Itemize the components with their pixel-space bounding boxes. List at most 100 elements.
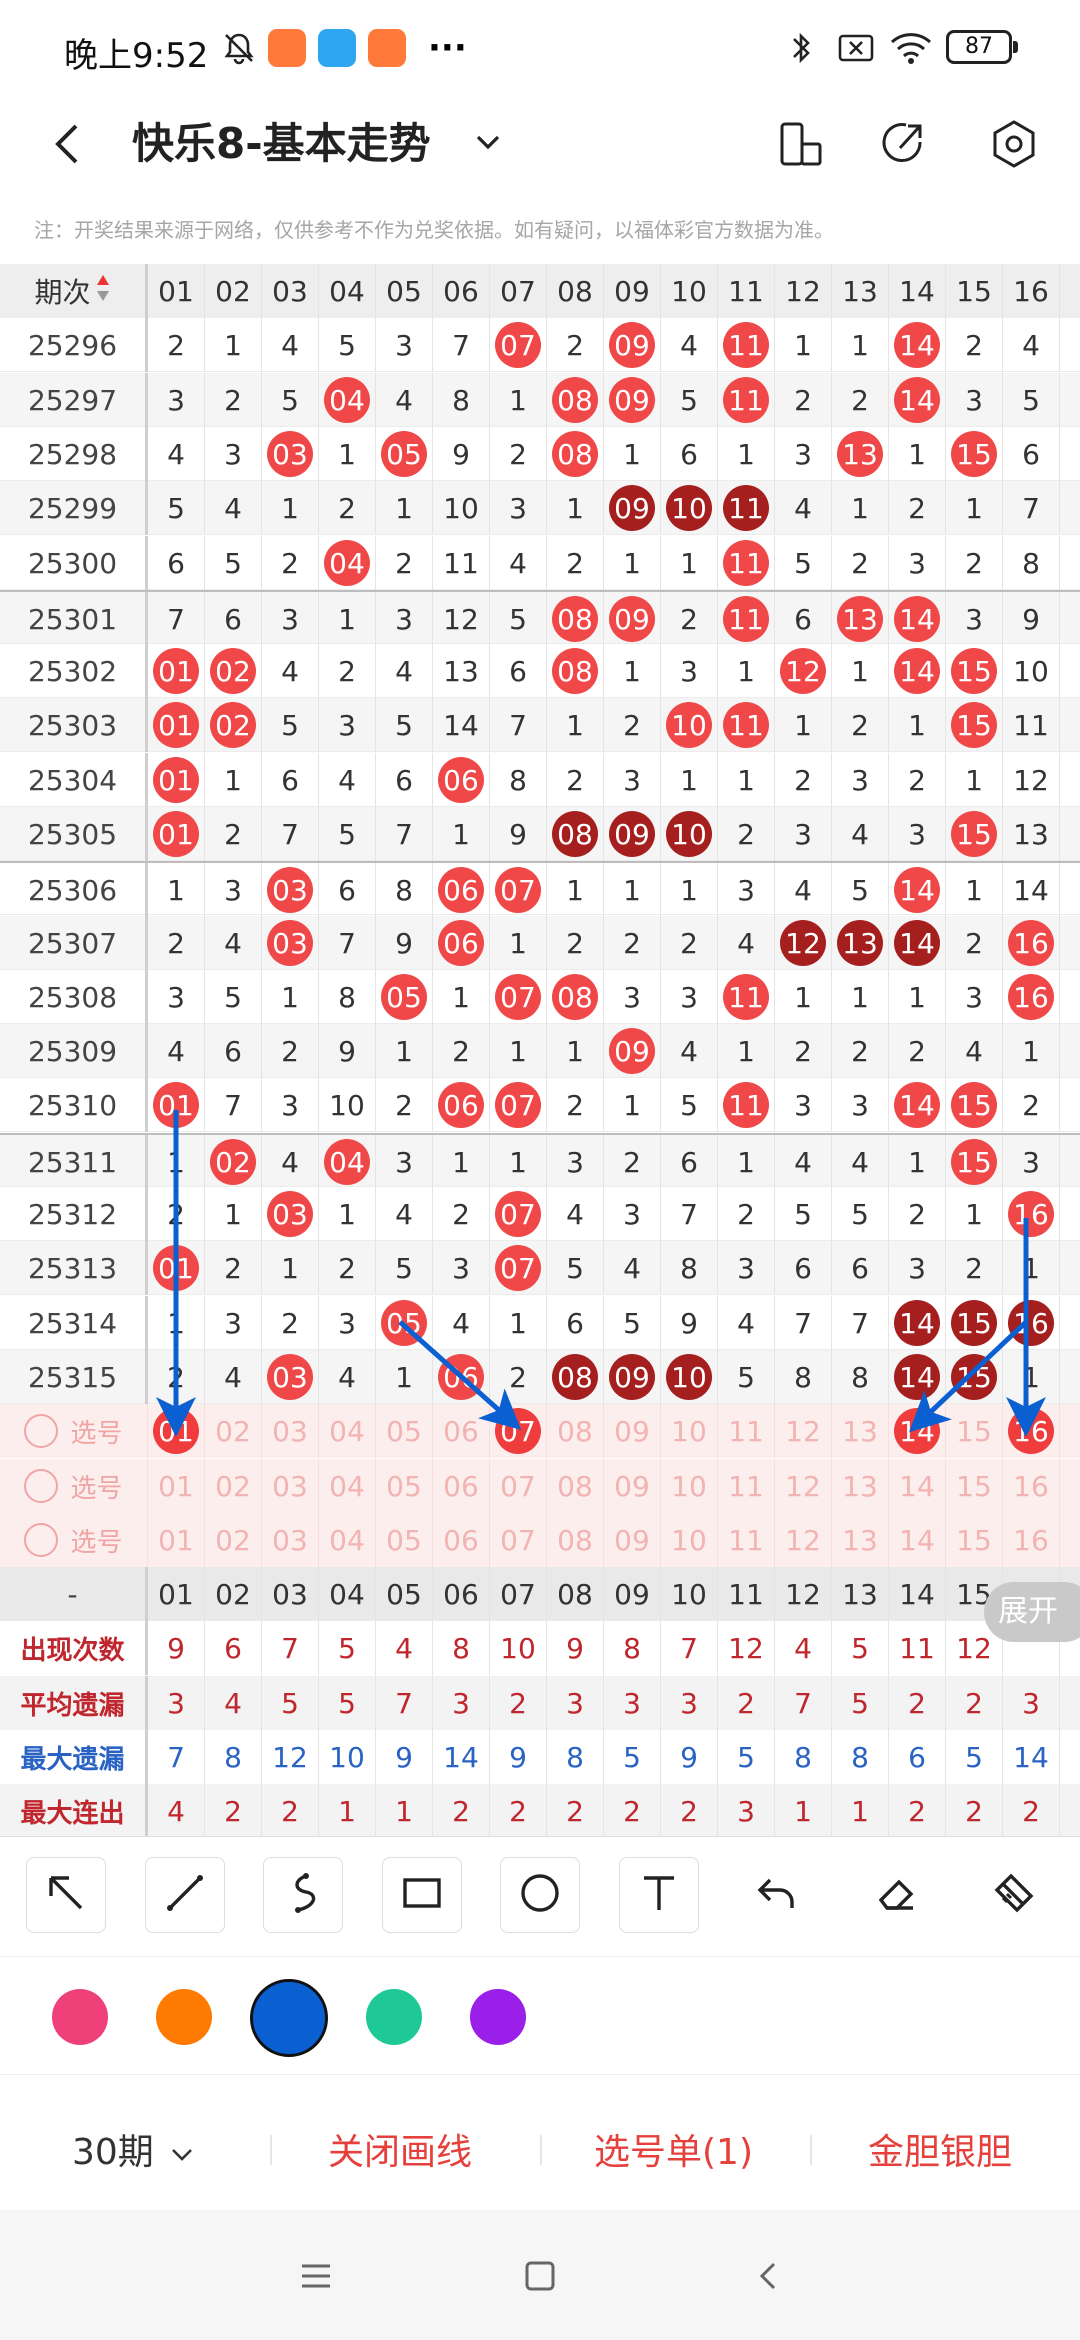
trend-table[interactable]: 期次01020304050607080910111213141516125296… bbox=[0, 264, 1080, 1836]
pick-number-cell[interactable]: 1 bbox=[1060, 1459, 1080, 1513]
radio-button[interactable] bbox=[24, 1414, 59, 1448]
color-swatch[interactable] bbox=[52, 1989, 108, 2045]
pick-number-cell[interactable]: 1 bbox=[1060, 1404, 1080, 1458]
pick-number-cell[interactable]: 03 bbox=[262, 1459, 319, 1513]
period-count-selector[interactable]: 30期 bbox=[72, 2123, 199, 2175]
pick-number-cell[interactable]: 16 bbox=[1003, 1459, 1060, 1513]
pick-row-selector[interactable]: 选号 bbox=[0, 1459, 148, 1513]
pick-number-cell[interactable]: 13 bbox=[832, 1513, 889, 1567]
pick-number-cell[interactable]: 06 bbox=[433, 1513, 490, 1567]
selected-number-ball[interactable]: 07 bbox=[495, 1408, 541, 1454]
eraser-tool-button[interactable] bbox=[856, 1857, 936, 1933]
line-tool-button[interactable] bbox=[144, 1857, 225, 1933]
pick-number-cell[interactable]: 01 bbox=[148, 1404, 205, 1458]
pick-number-cell[interactable]: 14 bbox=[889, 1459, 946, 1513]
pick-number-cell[interactable]: 12 bbox=[775, 1513, 832, 1567]
selected-number-ball[interactable]: 16 bbox=[1008, 1408, 1054, 1454]
back-button[interactable] bbox=[40, 114, 100, 174]
pick-list-button[interactable]: 选号单(1) bbox=[594, 2123, 753, 2175]
pick-number-cell[interactable]: 05 bbox=[376, 1404, 433, 1458]
pick-number-cell[interactable]: 04 bbox=[319, 1513, 376, 1567]
pick-number-cell[interactable]: 07 bbox=[490, 1404, 547, 1458]
pick-number-cell[interactable]: 04 bbox=[319, 1459, 376, 1513]
number-cell: 05 bbox=[376, 970, 433, 1024]
pick-number-cell[interactable]: 07 bbox=[490, 1459, 547, 1513]
pick-number-cell[interactable]: 16 bbox=[1003, 1404, 1060, 1458]
pick-number-cell[interactable]: 16 bbox=[1003, 1513, 1060, 1567]
pick-number-cell[interactable]: 01 bbox=[148, 1513, 205, 1567]
color-swatch[interactable] bbox=[156, 1989, 212, 2045]
pick-number-cell[interactable]: 15 bbox=[946, 1404, 1003, 1458]
pick-number-cell[interactable]: 10 bbox=[661, 1404, 718, 1458]
text-tool-button[interactable] bbox=[618, 1857, 699, 1933]
pick-number-cell[interactable]: 05 bbox=[376, 1459, 433, 1513]
radio-button[interactable] bbox=[24, 1469, 59, 1503]
pick-number-cell[interactable]: 12 bbox=[775, 1404, 832, 1458]
pick-number-cell[interactable]: 03 bbox=[262, 1513, 319, 1567]
gold-silver-button[interactable]: 金胆银胆 bbox=[868, 2123, 1012, 2175]
period-column-header[interactable]: 期次 bbox=[0, 264, 148, 318]
pick-number-cell[interactable]: 15 bbox=[946, 1459, 1003, 1513]
pick-number-cell[interactable]: 1 bbox=[1060, 1513, 1080, 1567]
pick-number-cell[interactable]: 08 bbox=[547, 1513, 604, 1567]
pick-number-cell[interactable]: 08 bbox=[547, 1404, 604, 1458]
arrow-tool-button[interactable] bbox=[26, 1857, 106, 1933]
system-back-button[interactable] bbox=[748, 2256, 788, 2296]
pick-number-cell[interactable]: 09 bbox=[604, 1404, 661, 1458]
pick-number-cell[interactable]: 04 bbox=[319, 1404, 376, 1458]
pick-number-cell[interactable]: 02 bbox=[205, 1459, 262, 1513]
pick-number-cell[interactable]: 03 bbox=[262, 1404, 319, 1458]
pick-number-cell[interactable]: 06 bbox=[433, 1459, 490, 1513]
pick-number-cell[interactable]: 13 bbox=[832, 1459, 889, 1513]
pick-number-cell[interactable]: 10 bbox=[661, 1459, 718, 1513]
number-cell: 11 bbox=[718, 1078, 775, 1132]
pick-row-selector[interactable]: 选号 bbox=[0, 1513, 148, 1567]
curve-tool-button[interactable] bbox=[263, 1857, 343, 1933]
pick-number-cell[interactable]: 10 bbox=[661, 1513, 718, 1567]
selected-number-ball[interactable]: 14 bbox=[894, 1408, 940, 1454]
pick-number-cell[interactable]: 13 bbox=[832, 1404, 889, 1458]
pick-number-cell[interactable]: 07 bbox=[490, 1513, 547, 1567]
page-title[interactable]: 快乐8-基本走势 bbox=[132, 112, 431, 176]
expand-button[interactable]: 展开 bbox=[984, 1582, 1080, 1642]
pick-number-cell[interactable]: 05 bbox=[376, 1513, 433, 1567]
stats-value-cell: 2 bbox=[604, 1784, 661, 1836]
title-dropdown-button[interactable] bbox=[466, 120, 510, 164]
number-cell: 6 bbox=[661, 427, 718, 481]
undo-tool-button[interactable] bbox=[737, 1857, 817, 1933]
home-button[interactable] bbox=[520, 2256, 560, 2296]
color-swatch[interactable] bbox=[250, 1979, 328, 2057]
color-swatch[interactable] bbox=[366, 1989, 422, 2045]
pick-number-cell[interactable]: 02 bbox=[205, 1404, 262, 1458]
circle-tool-button[interactable] bbox=[500, 1857, 580, 1933]
recent-apps-button[interactable] bbox=[296, 2256, 336, 2296]
pick-row-selector[interactable]: 选号 bbox=[0, 1404, 148, 1458]
pick-number-cell[interactable]: 09 bbox=[604, 1459, 661, 1513]
pick-number-cell[interactable]: 15 bbox=[946, 1513, 1003, 1567]
pick-number-cell[interactable]: 06 bbox=[433, 1404, 490, 1458]
number-cell: 8 bbox=[319, 970, 376, 1024]
pick-number-cell[interactable]: 11 bbox=[718, 1513, 775, 1567]
number-cell: 4 bbox=[547, 1187, 604, 1241]
pick-number-cell[interactable]: 14 bbox=[889, 1404, 946, 1458]
radio-button[interactable] bbox=[24, 1523, 59, 1557]
pick-number-cell[interactable]: 11 bbox=[718, 1404, 775, 1458]
pick-number-cell[interactable]: 12 bbox=[775, 1459, 832, 1513]
rectangle-tool-button[interactable] bbox=[381, 1857, 462, 1933]
pick-number-cell[interactable]: 14 bbox=[889, 1513, 946, 1567]
orientation-button[interactable] bbox=[770, 114, 830, 174]
pick-number-cell[interactable]: 01 bbox=[148, 1459, 205, 1513]
pick-number-cell[interactable]: 02 bbox=[205, 1513, 262, 1567]
settings-button[interactable] bbox=[984, 114, 1044, 174]
number-cell: 1 bbox=[1003, 1241, 1060, 1295]
pick-number-cell[interactable]: 08 bbox=[547, 1459, 604, 1513]
pick-number-cell[interactable]: 09 bbox=[604, 1513, 661, 1567]
number-cell: 4 bbox=[205, 916, 262, 970]
clear-tool-button[interactable] bbox=[974, 1857, 1054, 1933]
close-drawing-button[interactable]: 关闭画线 bbox=[328, 2123, 472, 2175]
selected-number-ball[interactable]: 01 bbox=[153, 1408, 199, 1454]
number-cell: 01 bbox=[148, 1241, 205, 1295]
pick-number-cell[interactable]: 11 bbox=[718, 1459, 775, 1513]
color-swatch[interactable] bbox=[470, 1989, 526, 2045]
share-button[interactable] bbox=[874, 114, 934, 174]
